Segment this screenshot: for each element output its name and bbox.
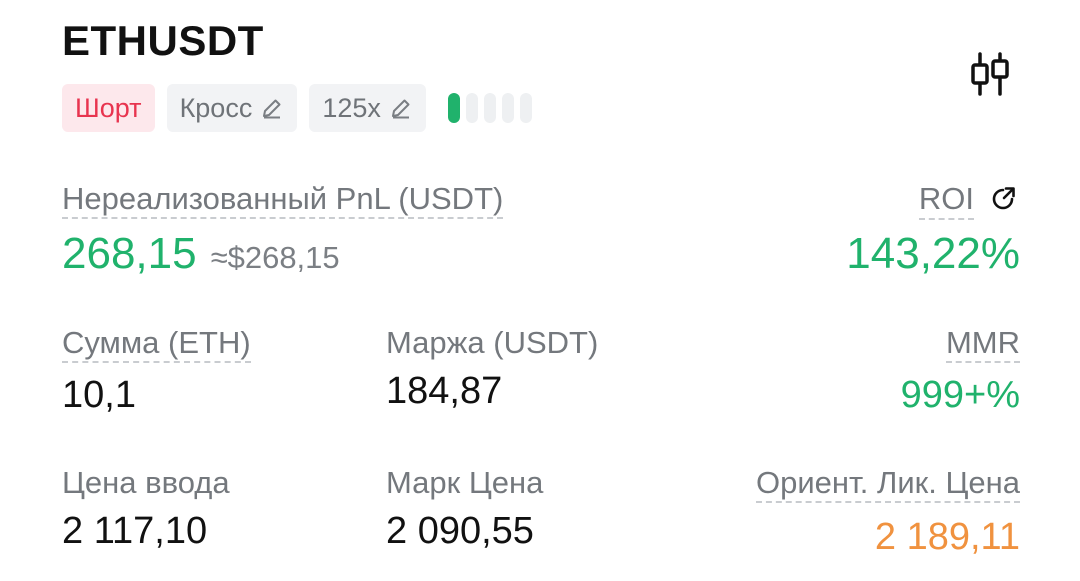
risk-bar [519,93,532,123]
entry-price-block: Цена ввода [62,465,230,501]
margin-label: Маржа (USDT) [386,325,599,360]
entry-price-value: 2 117,10 [62,510,208,552]
roi-label[interactable]: ROI [918,181,974,220]
margin-mode-button[interactable]: Кросс [166,84,298,132]
pnl-value: 268,15 [62,229,197,278]
pencil-icon [389,96,413,120]
side-label: Шорт [75,92,142,123]
amount-block: Сумма (ETH) [62,325,251,363]
risk-bar [501,93,514,123]
share-arrow-icon [990,184,1018,217]
mark-price-label: Марк Цена [386,465,544,500]
symbol-title: ETHUSDT [62,17,264,64]
leverage-label: 125x [322,92,381,123]
amount-value: 10,1 [62,374,136,416]
pnl-block: Нереализованный PnL (USDT) [62,181,504,219]
roi-value: 143,22% [846,229,1020,278]
margin-value: 184,87 [386,370,503,412]
candlestick-chart-icon [966,51,1014,101]
mmr-value: 999+% [900,374,1020,416]
liq-price-block: Ориент. Лик. Цена [756,465,1020,503]
entry-price-label: Цена ввода [62,465,230,500]
mmr-block: MMR [945,325,1020,363]
liq-price-label[interactable]: Ориент. Лик. Цена [756,465,1020,503]
pencil-icon [260,96,284,120]
margin-mode-label: Кросс [179,92,253,123]
leverage-button[interactable]: 125x [309,84,426,132]
pnl-values: 268,15 ≈$268,15 [62,232,340,276]
position-tags: Шорт Кросс 125x [62,84,532,132]
liq-price-value: 2 189,11 [874,516,1020,558]
mmr-label[interactable]: MMR [945,325,1020,363]
share-button[interactable] [988,184,1020,216]
pnl-usd-equivalent: ≈$268,15 [210,240,340,275]
amount-label[interactable]: Сумма (ETH) [62,325,251,363]
risk-bar [483,93,496,123]
mark-price-value: 2 090,55 [386,510,534,552]
roi-header: ROI [918,181,1020,220]
margin-block: Маржа (USDT) [386,325,598,361]
pnl-label[interactable]: Нереализованный PnL (USDT) [62,181,504,219]
risk-bar [447,93,460,123]
mark-price-block: Марк Цена [386,465,543,501]
risk-level-indicator [447,84,532,132]
risk-bar [465,93,478,123]
side-badge: Шорт [62,84,155,132]
chart-button[interactable] [958,46,1022,106]
